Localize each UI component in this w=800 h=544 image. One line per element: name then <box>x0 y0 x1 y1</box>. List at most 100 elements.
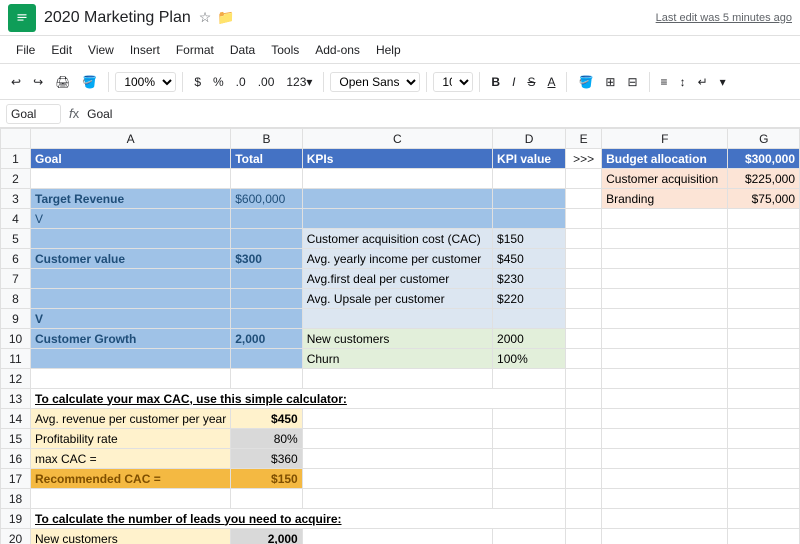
cell-b12[interactable] <box>231 369 303 389</box>
cell-g16[interactable] <box>728 449 800 469</box>
cell-b15[interactable]: 80% <box>231 429 303 449</box>
cell-g19[interactable] <box>728 509 800 529</box>
cell-e15[interactable] <box>566 429 602 449</box>
cell-d12[interactable] <box>493 369 566 389</box>
sheet-container[interactable]: A B C D E F G 1 Goal Total KPIs KPI valu… <box>0 128 800 544</box>
cell-e17[interactable] <box>566 469 602 489</box>
percent-button[interactable]: % <box>208 72 229 92</box>
cell-f2[interactable]: Customer acquisition <box>602 169 728 189</box>
cell-c9[interactable] <box>302 309 492 329</box>
cell-d11[interactable]: 100% <box>493 349 566 369</box>
col-header-f[interactable]: F <box>602 129 728 149</box>
cell-a3[interactable]: Target Revenue <box>31 189 231 209</box>
cell-b7[interactable] <box>231 269 303 289</box>
currency-button[interactable]: $ <box>189 72 206 92</box>
cell-b3[interactable]: $600,000 <box>231 189 303 209</box>
cell-e18[interactable] <box>566 489 602 509</box>
cell-g13[interactable] <box>728 389 800 409</box>
cell-c15[interactable] <box>302 429 492 449</box>
valign-button[interactable]: ↕ <box>675 72 691 92</box>
cell-b5[interactable] <box>231 229 303 249</box>
menu-data[interactable]: Data <box>222 41 263 59</box>
cell-a18[interactable] <box>31 489 231 509</box>
number-format[interactable]: 123▾ <box>281 72 317 92</box>
cell-f9[interactable] <box>602 309 728 329</box>
folder-icon[interactable]: 📁 <box>217 9 234 26</box>
more-button[interactable]: ▾ <box>715 72 731 92</box>
menu-insert[interactable]: Insert <box>122 41 168 59</box>
cell-e14[interactable] <box>566 409 602 429</box>
cell-c3[interactable] <box>302 189 492 209</box>
cell-a4[interactable]: V <box>31 209 231 229</box>
cell-f10[interactable] <box>602 329 728 349</box>
cell-a13[interactable]: To calculate your max CAC, use this simp… <box>31 389 566 409</box>
merge-button[interactable]: ⊟ <box>622 72 642 92</box>
cell-f12[interactable] <box>602 369 728 389</box>
strikethrough-button[interactable]: S <box>522 72 540 92</box>
cell-f3[interactable]: Branding <box>602 189 728 209</box>
cell-g2[interactable]: $225,000 <box>728 169 800 189</box>
cell-d10[interactable]: 2000 <box>493 329 566 349</box>
cell-g1[interactable]: $300,000 <box>728 149 800 169</box>
cell-a11[interactable] <box>31 349 231 369</box>
cell-g10[interactable] <box>728 329 800 349</box>
zoom-select[interactable]: 100% <box>115 72 176 92</box>
cell-a17[interactable]: Recommended CAC = <box>31 469 231 489</box>
cell-g7[interactable] <box>728 269 800 289</box>
menu-addons[interactable]: Add-ons <box>307 41 368 59</box>
cell-g12[interactable] <box>728 369 800 389</box>
cell-c12[interactable] <box>302 369 492 389</box>
cell-f7[interactable] <box>602 269 728 289</box>
cell-b16[interactable]: $360 <box>231 449 303 469</box>
cell-b4[interactable] <box>231 209 303 229</box>
font-select[interactable]: Open Sans <box>330 72 420 92</box>
cell-f14[interactable] <box>602 409 728 429</box>
cell-f6[interactable] <box>602 249 728 269</box>
cell-f15[interactable] <box>602 429 728 449</box>
col-header-g[interactable]: G <box>728 129 800 149</box>
cell-b18[interactable] <box>231 489 303 509</box>
cell-g15[interactable] <box>728 429 800 449</box>
cell-d15[interactable] <box>493 429 566 449</box>
cell-d5[interactable]: $150 <box>493 229 566 249</box>
cell-a2[interactable] <box>31 169 231 189</box>
cell-a15[interactable]: Profitability rate <box>31 429 231 449</box>
cell-c2[interactable] <box>302 169 492 189</box>
cell-f17[interactable] <box>602 469 728 489</box>
cell-b11[interactable] <box>231 349 303 369</box>
cell-d16[interactable] <box>493 449 566 469</box>
cell-b8[interactable] <box>231 289 303 309</box>
menu-format[interactable]: Format <box>168 41 222 59</box>
cell-b2[interactable] <box>231 169 303 189</box>
cell-a16[interactable]: max CAC = <box>31 449 231 469</box>
cell-c17[interactable] <box>302 469 492 489</box>
cell-a7[interactable] <box>31 269 231 289</box>
cell-g14[interactable] <box>728 409 800 429</box>
underline-button[interactable]: A <box>542 72 560 92</box>
align-button[interactable]: ≡ <box>656 72 673 92</box>
undo-button[interactable]: ↩ <box>6 72 26 92</box>
cell-c6[interactable]: Avg. yearly income per customer <box>302 249 492 269</box>
cell-d6[interactable]: $450 <box>493 249 566 269</box>
cell-e10[interactable] <box>566 329 602 349</box>
cell-b1[interactable]: Total <box>231 149 303 169</box>
cell-d14[interactable] <box>493 409 566 429</box>
cell-e11[interactable] <box>566 349 602 369</box>
cell-f11[interactable] <box>602 349 728 369</box>
star-icon[interactable]: ☆ <box>199 9 212 26</box>
cell-e4[interactable] <box>566 209 602 229</box>
col-header-a[interactable]: A <box>31 129 231 149</box>
fontsize-select[interactable]: 10 <box>433 72 473 92</box>
cell-e3[interactable] <box>566 189 602 209</box>
bold-button[interactable]: B <box>486 72 505 92</box>
cell-e13[interactable] <box>566 389 602 409</box>
cell-a6[interactable]: Customer value <box>31 249 231 269</box>
cell-reference[interactable] <box>6 104 61 124</box>
cell-d9[interactable] <box>493 309 566 329</box>
cell-a20[interactable]: New customers <box>31 529 231 544</box>
cell-d1[interactable]: KPI value <box>493 149 566 169</box>
cell-b9[interactable] <box>231 309 303 329</box>
cell-f16[interactable] <box>602 449 728 469</box>
cell-g8[interactable] <box>728 289 800 309</box>
cell-g11[interactable] <box>728 349 800 369</box>
